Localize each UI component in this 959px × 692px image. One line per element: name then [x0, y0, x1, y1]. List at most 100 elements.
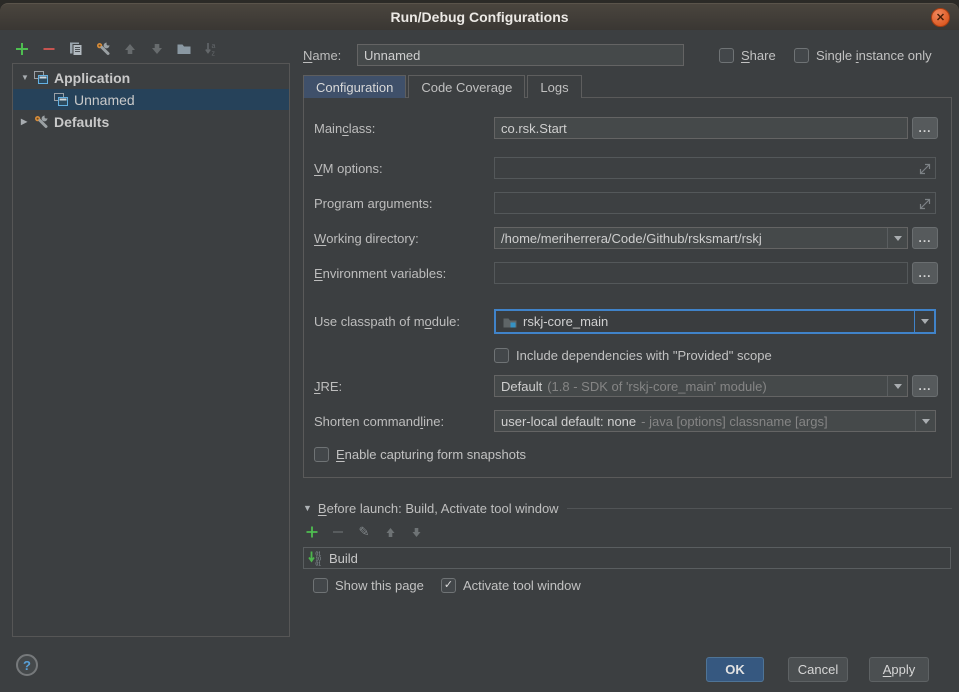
collapsed-chevron-icon[interactable]: ▶: [21, 117, 33, 126]
jre-hint: (1.8 - SDK of 'rskj-core_main' module): [547, 379, 767, 394]
share-checkbox[interactable]: Share: [719, 44, 776, 66]
form-snapshots-label: Enable capturing form snapshots: [336, 447, 526, 462]
activate-tool-window-label: Activate tool window: [463, 578, 581, 593]
build-icon: 011001: [308, 550, 324, 566]
separator-line: [567, 508, 952, 509]
show-this-page-checkbox[interactable]: Show this page: [313, 574, 424, 596]
help-button[interactable]: ?: [16, 654, 38, 676]
single-instance-label: Single instance only: [816, 48, 932, 63]
environment-variables-input[interactable]: [494, 262, 908, 284]
close-icon[interactable]: ✕: [931, 8, 950, 27]
working-directory-combo[interactable]: /home/meriherrera/Code/Github/rsksmart/r…: [494, 227, 908, 249]
single-instance-checkbox[interactable]: Single instance only: [794, 44, 932, 66]
checkbox-icon[interactable]: [314, 447, 329, 462]
checkbox-icon[interactable]: [313, 578, 328, 593]
include-provided-checkbox[interactable]: Include dependencies with "Provided" sco…: [494, 344, 772, 366]
main-class-label: Main class:: [314, 117, 375, 139]
checkbox-icon[interactable]: ✓: [441, 578, 456, 593]
tree-item-unnamed[interactable]: Unnamed: [13, 89, 289, 110]
working-directory-label: Working directory:: [314, 227, 419, 249]
environment-variables-browse-button[interactable]: ...: [912, 262, 938, 284]
jre-label: JRE:: [314, 375, 342, 397]
jre-value: Default: [501, 379, 542, 394]
tab-logs[interactable]: Logs: [527, 75, 581, 98]
shorten-command-line-combo[interactable]: user-local default: none - java [options…: [494, 410, 936, 432]
chevron-down-icon[interactable]: [914, 311, 934, 332]
edit-defaults-icon[interactable]: [94, 40, 112, 58]
chevron-down-icon[interactable]: [887, 376, 907, 396]
main-class-input[interactable]: [494, 117, 908, 139]
copy-icon[interactable]: [67, 40, 85, 58]
apply-button[interactable]: Apply: [869, 657, 929, 682]
remove-icon[interactable]: [40, 40, 58, 58]
use-classpath-label: Use classpath of module:: [314, 310, 460, 332]
chevron-down-icon[interactable]: [915, 411, 935, 431]
name-input[interactable]: [357, 44, 684, 66]
form-snapshots-checkbox[interactable]: Enable capturing form snapshots: [314, 443, 526, 465]
tree-item-application[interactable]: ▼ Application: [13, 67, 289, 88]
shorten-value-wrap: user-local default: none - java [options…: [495, 411, 915, 431]
task-label: Build: [329, 551, 358, 566]
main-class-browse-button[interactable]: ...: [912, 117, 938, 139]
shorten-hint: - java [options] classname [args]: [641, 414, 827, 429]
dialog-body: az ▼ Application Unnamed ▶ Defaults: [0, 30, 959, 692]
shorten-value: user-local default: none: [501, 414, 636, 429]
task-up-icon[interactable]: [382, 524, 398, 540]
collapse-triangle-icon[interactable]: ▼: [303, 503, 312, 513]
task-down-icon[interactable]: [408, 524, 424, 540]
tree-item-label: Unnamed: [74, 92, 135, 108]
expand-icon[interactable]: [919, 162, 931, 180]
classpath-value-wrap: rskj-core_main: [496, 311, 914, 332]
ok-button[interactable]: OK: [706, 657, 764, 682]
tree-item-defaults[interactable]: ▶ Defaults: [13, 111, 289, 132]
move-down-icon[interactable]: [148, 40, 166, 58]
application-icon: [33, 70, 49, 86]
jre-value-wrap: Default (1.8 - SDK of 'rskj-core_main' m…: [495, 376, 887, 396]
activate-tool-window-checkbox[interactable]: ✓ Activate tool window: [441, 574, 581, 596]
include-provided-label: Include dependencies with "Provided" sco…: [516, 348, 772, 363]
new-folder-icon[interactable]: [175, 40, 193, 58]
use-classpath-combo[interactable]: rskj-core_main: [494, 309, 936, 334]
configurations-tree: ▼ Application Unnamed ▶ Defaults: [12, 63, 290, 637]
checkbox-icon[interactable]: [794, 48, 809, 63]
remove-task-icon[interactable]: [330, 524, 346, 540]
add-task-icon[interactable]: [304, 524, 320, 540]
move-up-icon[interactable]: [121, 40, 139, 58]
program-arguments-input[interactable]: [494, 192, 936, 214]
application-icon: [53, 92, 69, 108]
environment-variables-label: Environment variables:: [314, 262, 446, 284]
vm-options-label: VM options:: [314, 157, 383, 179]
before-launch-title: Before launch: Build, Activate tool wind…: [318, 501, 559, 516]
checkbox-icon[interactable]: [719, 48, 734, 63]
working-directory-browse-button[interactable]: ...: [912, 227, 938, 249]
window-title: Run/Debug Configurations: [390, 9, 568, 25]
program-arguments-label: Program arguments:: [314, 192, 433, 214]
module-icon: [502, 314, 518, 330]
tab-bar: Configuration Code Coverage Logs: [303, 75, 582, 98]
expanded-chevron-icon[interactable]: ▼: [21, 73, 33, 82]
expand-icon[interactable]: [919, 197, 931, 215]
edit-task-icon[interactable]: ✎: [356, 524, 372, 540]
tab-code-coverage[interactable]: Code Coverage: [408, 75, 525, 98]
configuration-tab-panel: Main class: ... VM options: Program argu…: [303, 97, 952, 478]
name-label: Name:: [303, 44, 341, 66]
cancel-button[interactable]: Cancel: [788, 657, 848, 682]
use-classpath-value: rskj-core_main: [523, 314, 608, 329]
vm-options-input[interactable]: [494, 157, 936, 179]
working-directory-value: /home/meriherrera/Code/Github/rsksmart/r…: [495, 228, 887, 248]
add-icon[interactable]: [13, 40, 31, 58]
jre-browse-button[interactable]: ...: [912, 375, 938, 397]
sort-alpha-icon[interactable]: az: [202, 40, 220, 58]
jre-combo[interactable]: Default (1.8 - SDK of 'rskj-core_main' m…: [494, 375, 908, 397]
show-this-page-label: Show this page: [335, 578, 424, 593]
before-launch-toolbar: ✎: [304, 524, 424, 540]
checkbox-icon[interactable]: [494, 348, 509, 363]
configurations-toolbar: az: [13, 40, 220, 58]
chevron-down-icon[interactable]: [887, 228, 907, 248]
share-label: Share: [741, 48, 776, 63]
svg-text:a: a: [212, 43, 216, 50]
tab-configuration[interactable]: Configuration: [303, 75, 406, 98]
before-launch-header[interactable]: ▼ Before launch: Build, Activate tool wi…: [303, 500, 952, 516]
before-launch-task-build[interactable]: 011001 Build: [303, 547, 951, 569]
svg-text:01: 01: [316, 562, 322, 567]
